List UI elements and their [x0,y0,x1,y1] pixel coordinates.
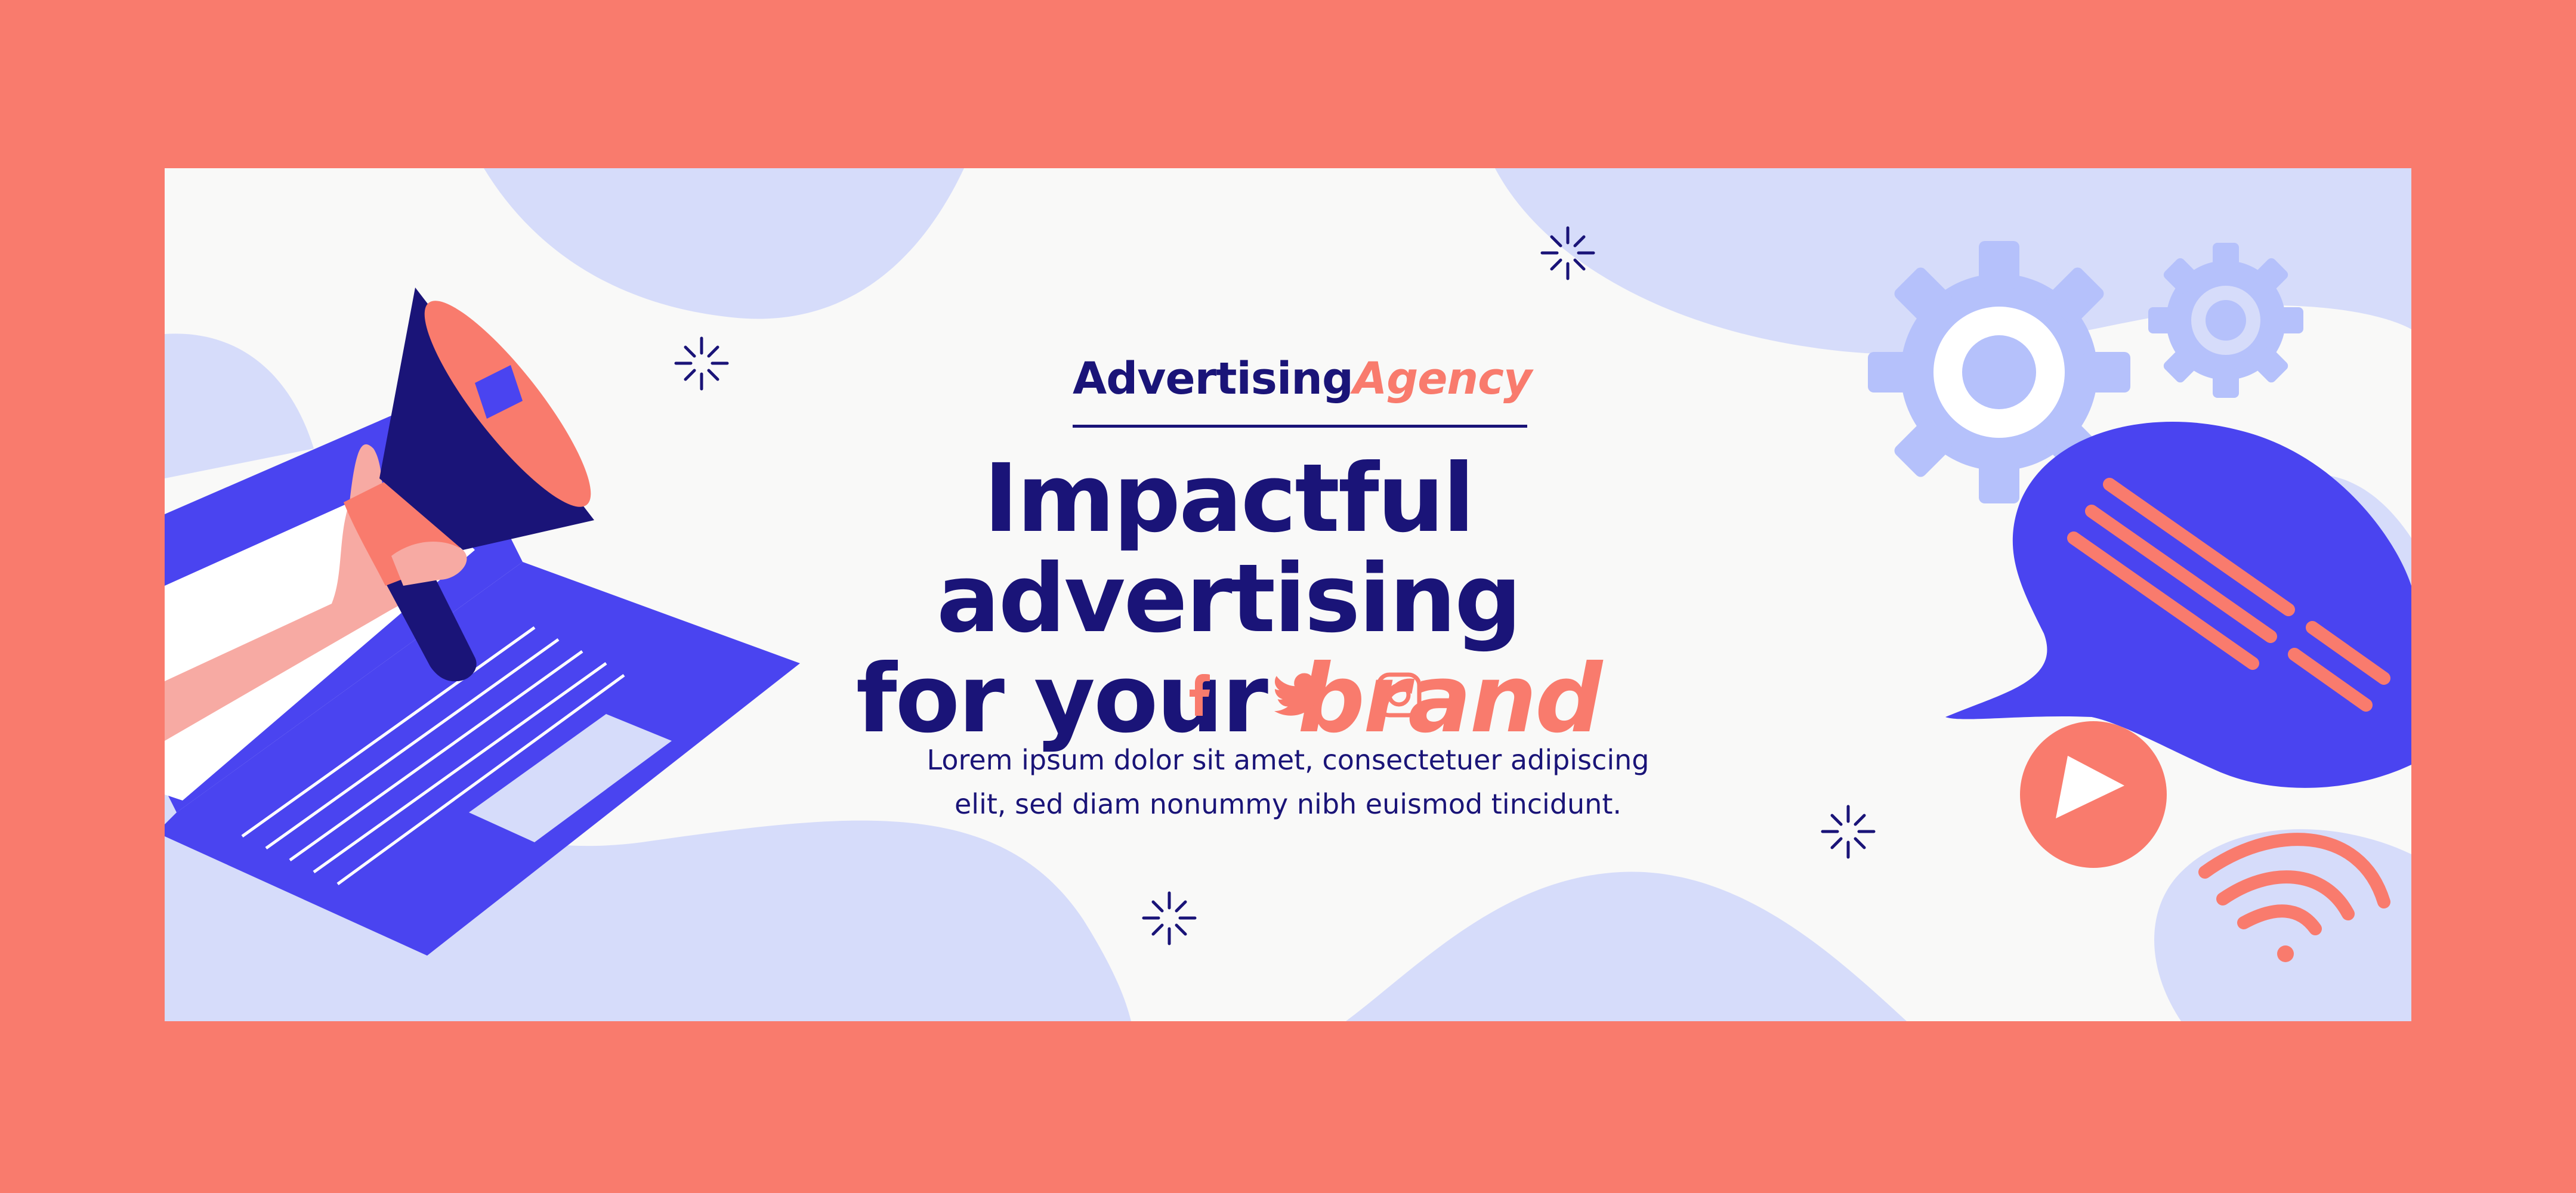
outer-frame: AdvertisingAgency Impactful advertising … [0,0,2576,1193]
twitter-icon[interactable] [1272,669,1324,721]
brand-underline [1073,425,1527,428]
brand-name-part1: Advertising [1073,353,1354,404]
brand-logo: AdvertisingAgency [1073,353,1532,419]
body-text-line2: elit, sed diam nonummy nibh euismod tinc… [955,788,1621,820]
body-text: Lorem ipsum dolor sit amet, consectetuer… [851,738,1725,826]
headline-line1: Impactful advertising [936,444,1522,654]
body-text-line1: Lorem ipsum dolor sit amet, consectetuer… [926,744,1650,776]
social-links [1174,669,1425,723]
banner: AdvertisingAgency Impactful advertising … [165,168,2411,1021]
instagram-icon[interactable] [1373,669,1425,721]
banner-content: AdvertisingAgency Impactful advertising … [165,168,2411,1021]
facebook-icon[interactable] [1174,669,1225,721]
brand-name-part2: Agency [1352,353,1532,404]
